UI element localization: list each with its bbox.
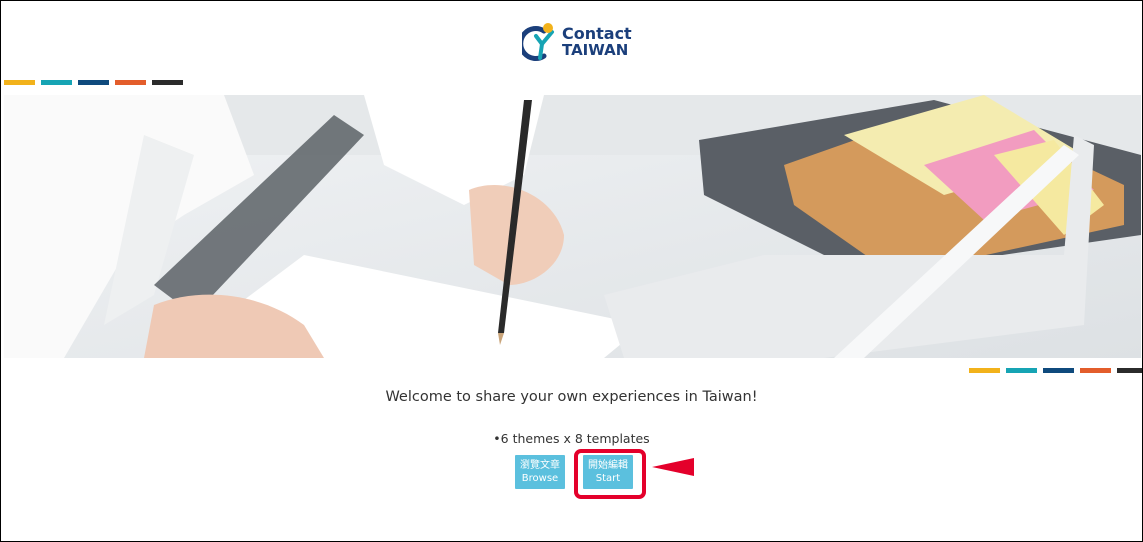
browse-button[interactable]: 瀏覽文章 Browse xyxy=(515,455,565,489)
pointer-arrow-icon xyxy=(652,458,694,476)
themes-info: •6 themes x 8 templates xyxy=(493,431,650,446)
welcome-message: Welcome to share your own experiences in… xyxy=(385,389,758,405)
logo-mark-icon xyxy=(522,23,554,61)
stripe-yellow xyxy=(4,80,35,85)
color-stripes-top xyxy=(4,80,183,85)
stripe-yellow xyxy=(969,368,1000,373)
contact-taiwan-logo[interactable]: Contact TAIWAN xyxy=(522,19,632,65)
page-frame: Contact TAIWAN Welcome to share your own… xyxy=(0,0,1143,542)
logo-text-taiwan: TAIWAN xyxy=(562,41,629,59)
hero-banner-image xyxy=(4,95,1141,358)
stripe-orange xyxy=(1080,368,1111,373)
stripe-orange xyxy=(115,80,146,85)
stripe-black xyxy=(1117,368,1142,373)
color-stripes-bottom xyxy=(969,368,1142,373)
stripe-black xyxy=(152,80,183,85)
stripe-teal xyxy=(1006,368,1037,373)
stripe-navy xyxy=(1043,368,1074,373)
browse-button-label-zh: 瀏覽文章 xyxy=(520,460,560,471)
stripe-teal xyxy=(41,80,72,85)
stripe-navy xyxy=(78,80,109,85)
start-button-highlight-box xyxy=(574,449,646,499)
logo-text-contact: Contact xyxy=(562,24,632,43)
browse-button-label-en: Browse xyxy=(521,473,559,484)
